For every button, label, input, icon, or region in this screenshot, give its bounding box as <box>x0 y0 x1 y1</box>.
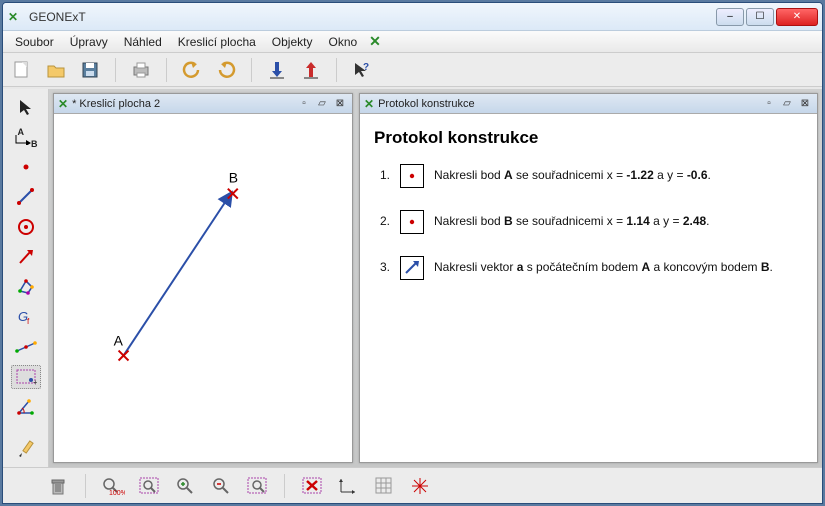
zoom-fit-button[interactable] <box>136 473 162 499</box>
zoom-in-button[interactable] <box>172 473 198 499</box>
delete-button[interactable] <box>299 473 325 499</box>
protocol-step: 2. Nakresli bod B se souřadnicemi x = 1.1… <box>374 210 803 234</box>
menu-upravy[interactable]: Úpravy <box>62 33 116 51</box>
panel-minimize-icon[interactable]: ▫ <box>296 97 312 111</box>
close-button[interactable]: ✕ <box>776 8 818 26</box>
svg-text:f: f <box>27 317 30 326</box>
line-tool[interactable] <box>11 185 41 209</box>
zoom-100-button[interactable]: 100% <box>100 473 126 499</box>
step-text: Nakresli bod B se souřadnicemi x = 1.14 … <box>434 210 803 230</box>
snap-button[interactable] <box>407 473 433 499</box>
left-toolbox: AB Gf + <box>3 89 49 467</box>
pointer-tool[interactable] <box>11 95 41 119</box>
step-number: 1. <box>374 164 390 182</box>
new-button[interactable] <box>9 57 35 83</box>
print-button[interactable] <box>128 57 154 83</box>
drawing-panel-title: * Kreslicí plocha 2 <box>72 98 160 110</box>
menu-okno[interactable]: Okno <box>320 33 365 51</box>
protocol-step: 1. Nakresli bod A se souřadnicemi x = -1.… <box>374 164 803 188</box>
svg-text:?: ? <box>363 62 369 73</box>
save-button[interactable] <box>77 57 103 83</box>
drawing-canvas[interactable]: A B <box>54 114 352 462</box>
panel-x-icon: ✕ <box>58 97 68 111</box>
menu-nahled[interactable]: Náhled <box>116 33 170 51</box>
undo-button[interactable] <box>179 57 205 83</box>
svg-text:✕: ✕ <box>8 10 18 24</box>
protocol-panel: ✕ Protokol konstrukce ▫ ▱ ⊠ Protokol kon… <box>359 93 818 463</box>
angle-tool[interactable] <box>11 395 41 419</box>
top-toolbar: ? <box>3 53 822 87</box>
upload-button[interactable] <box>298 57 324 83</box>
maximize-button[interactable]: ☐ <box>746 8 774 26</box>
step-text: Nakresli vektor a s počátečním bodem A a… <box>434 256 803 276</box>
arrow-tool[interactable] <box>11 245 41 269</box>
step-number: 2. <box>374 210 390 228</box>
svg-text:+: + <box>33 378 37 386</box>
redo-button[interactable] <box>213 57 239 83</box>
window-title: GEONExT <box>29 10 716 24</box>
point-a[interactable]: A <box>114 333 129 361</box>
vector-icon <box>400 256 424 280</box>
panel-maximize-icon[interactable]: ▱ <box>779 97 795 111</box>
open-button[interactable] <box>43 57 69 83</box>
protocol-panel-titlebar[interactable]: ✕ Protokol konstrukce ▫ ▱ ⊠ <box>360 94 817 114</box>
panel-close-icon[interactable]: ⊠ <box>332 97 348 111</box>
zoom-area-button[interactable] <box>244 473 270 499</box>
point-b-label: B <box>229 170 238 186</box>
grid-button[interactable] <box>371 473 397 499</box>
panel-x-icon: ✕ <box>364 97 374 111</box>
svg-text:100%: 100% <box>109 490 125 496</box>
step-text: Nakresli bod A se souřadnicemi x = -1.22… <box>434 164 803 184</box>
text-tool[interactable]: Gf <box>11 305 41 329</box>
app-window: ✕ GEONExT – ☐ ✕ Soubor Úpravy Náhled Kre… <box>2 2 823 504</box>
point-tool[interactable] <box>11 155 41 179</box>
panel-close-icon[interactable]: ⊠ <box>797 97 813 111</box>
drawing-panel: ✕ * Kreslicí plocha 2 ▫ ▱ ⊠ A <box>53 93 353 463</box>
drawing-panel-titlebar[interactable]: ✕ * Kreslicí plocha 2 ▫ ▱ ⊠ <box>54 94 352 114</box>
axes-button[interactable] <box>335 473 361 499</box>
app-icon: ✕ <box>7 9 23 25</box>
workspace: ✕ * Kreslicí plocha 2 ▫ ▱ ⊠ A <box>49 89 822 467</box>
protocol-body: Protokol konstrukce 1. Nakresli bod A se … <box>360 114 817 462</box>
protocol-step: 3. Nakresli vektor a s počátečním bodem A… <box>374 256 803 280</box>
panel-minimize-icon[interactable]: ▫ <box>761 97 777 111</box>
point-icon <box>400 164 424 188</box>
protocol-heading: Protokol konstrukce <box>374 128 803 148</box>
selection-rect-tool[interactable]: + <box>11 365 41 389</box>
menu-soubor[interactable]: Soubor <box>7 33 62 51</box>
bottom-toolbar: 100% <box>3 467 822 503</box>
minimize-button[interactable]: – <box>716 8 744 26</box>
edit-tool[interactable] <box>11 437 41 461</box>
panel-maximize-icon[interactable]: ▱ <box>314 97 330 111</box>
help-pointer-button[interactable]: ? <box>349 57 375 83</box>
download-button[interactable] <box>264 57 290 83</box>
trash-button[interactable] <box>45 473 71 499</box>
step-number: 3. <box>374 256 390 274</box>
polygon-tool[interactable] <box>11 275 41 299</box>
point-icon <box>400 210 424 234</box>
menu-x-icon[interactable]: ✕ <box>365 33 385 50</box>
menu-kreslici[interactable]: Kreslicí plocha <box>170 33 264 51</box>
zoom-out-button[interactable] <box>208 473 234 499</box>
label-ab-tool[interactable]: AB <box>11 125 41 149</box>
menubar: Soubor Úpravy Náhled Kreslicí plocha Obj… <box>3 31 822 53</box>
content-area: AB Gf + <box>3 89 822 467</box>
titlebar: ✕ GEONExT – ☐ ✕ <box>3 3 822 31</box>
circle-tool[interactable] <box>11 215 41 239</box>
menu-objekty[interactable]: Objekty <box>264 33 321 51</box>
point-a-label: A <box>114 333 124 349</box>
measure-tool[interactable] <box>11 335 41 359</box>
window-buttons: – ☐ ✕ <box>716 8 818 26</box>
protocol-panel-title: Protokol konstrukce <box>378 98 475 110</box>
